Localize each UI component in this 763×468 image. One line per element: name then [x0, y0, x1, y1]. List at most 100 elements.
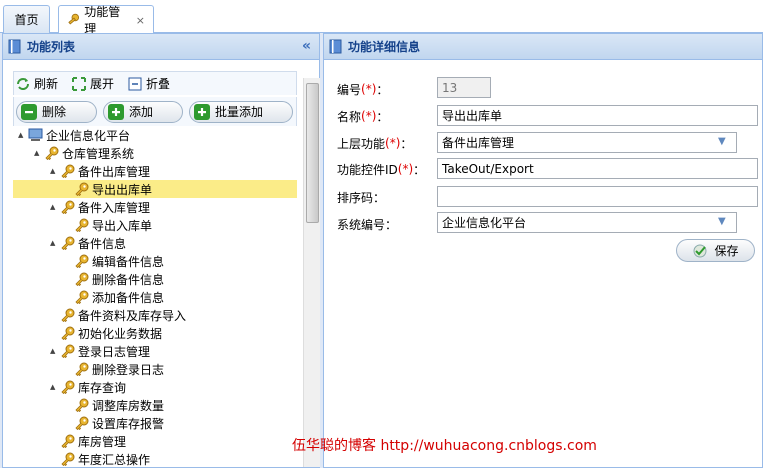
name-label: 名称 (*)： — [337, 106, 388, 126]
label-colon: ： — [376, 82, 389, 97]
key-icon — [61, 344, 75, 358]
refresh-button[interactable]: 刷新 — [16, 75, 58, 92]
system-label: 系统编号： — [337, 214, 397, 234]
tree-node-label: 备件信息 — [78, 236, 127, 251]
parent-label: 上层功能 (*)： — [337, 133, 412, 153]
expand-icon — [72, 76, 87, 91]
tree-node-label: 企业信息化平台 — [46, 128, 131, 143]
expand-toggle-icon[interactable]: ▲ — [50, 347, 59, 355]
expand-toggle-icon[interactable]: ▲ — [34, 149, 43, 157]
tree-node-label: 仓库管理系统 — [62, 146, 135, 161]
tree-node-label: 删除备件信息 — [92, 272, 165, 287]
tree-node-label: 删除登录日志 — [92, 362, 165, 377]
watermark: 伍华聪的博客 http://wuhuacong.cnblogs.com — [292, 438, 597, 454]
key-icon — [61, 236, 75, 250]
chevron-down-icon[interactable]: ▼ — [718, 216, 732, 229]
save-button[interactable]: 保存 — [676, 239, 755, 262]
expand-toggle-icon[interactable]: ▲ — [50, 239, 59, 247]
name-field[interactable]: 导出出库单 — [437, 105, 758, 126]
required-mark: (*) — [361, 82, 377, 96]
tree-node[interactable]: 年度汇总操作 — [50, 450, 150, 466]
tree-node[interactable]: ▲ 备件入库管理 — [50, 198, 150, 216]
check-icon — [693, 244, 707, 257]
collapse-panel-icon[interactable]: « — [302, 38, 311, 54]
tree-node[interactable]: 备件资料及库存导入 — [50, 306, 186, 324]
control-id-field[interactable]: TakeOut/Export — [437, 158, 758, 179]
plus-icon — [108, 103, 124, 120]
sort-field[interactable] — [437, 186, 758, 207]
name-label-text: 名称 — [337, 109, 362, 124]
key-icon — [61, 434, 75, 448]
key-icon — [61, 164, 75, 178]
batch-add-button[interactable]: 批量添加 — [189, 100, 293, 123]
required-mark: (*) — [361, 109, 377, 123]
key-icon — [75, 362, 89, 376]
id-label: 编号 (*)： — [337, 79, 388, 99]
function-list-title: 功能列表 — [27, 40, 76, 54]
tab-function-management[interactable]: 功能管理 × — [58, 5, 154, 36]
key-icon — [61, 308, 75, 322]
tree-node[interactable]: ▲ 库存查询 — [50, 378, 126, 396]
tree-node[interactable]: ▲ 备件出库管理 — [50, 162, 150, 180]
sort-label-text: 排序码 — [337, 190, 374, 205]
collapse-button[interactable]: 折叠 — [128, 75, 170, 92]
action-buttons: 删除 添加 批量添加 — [13, 97, 297, 126]
tab-function-management-label: 功能管理 — [84, 5, 121, 36]
system-select-value: 企业信息化平台 — [442, 216, 527, 230]
function-tree: ▲ 企业信息化平台 ▲ 仓库管理系统 ▲ 备件出库管理 导出出库单 ▲ 备件入库管理 导出入库单 ▲… — [13, 126, 297, 466]
required-mark: (*) — [385, 136, 401, 150]
tree-scrollbar[interactable] — [303, 78, 320, 467]
tree-node[interactable]: 调整库房数量 — [64, 396, 164, 414]
collapse-icon — [128, 77, 142, 90]
key-icon — [75, 416, 89, 430]
expand-button[interactable]: 展开 — [72, 75, 114, 92]
tree-node[interactable]: 添加备件信息 — [64, 288, 164, 306]
system-label-text: 系统编号 — [337, 217, 386, 232]
tree-node[interactable]: 删除登录日志 — [64, 360, 164, 378]
scrollbar-thumb[interactable] — [306, 83, 319, 223]
tree-node-label: 导出出库单 — [92, 182, 153, 197]
required-mark: (*) — [397, 162, 414, 176]
system-select[interactable]: 企业信息化平台 ▼ — [437, 212, 737, 233]
add-button[interactable]: 添加 — [103, 100, 183, 123]
tree-node[interactable]: 编辑备件信息 — [64, 252, 164, 270]
delete-button[interactable]: 删除 — [16, 100, 97, 123]
label-colon: ： — [413, 162, 426, 177]
expand-toggle-icon[interactable]: ▲ — [50, 167, 59, 175]
control-label: 功能控件ID (*)： — [337, 159, 425, 179]
label-colon: ： — [385, 217, 398, 232]
tree-node[interactable]: 导出出库单 — [13, 180, 297, 198]
tab-home[interactable]: 首页 — [3, 5, 50, 33]
tab-strip: 首页 功能管理 × — [0, 0, 763, 36]
expand-toggle-icon[interactable]: ▲ — [18, 131, 27, 139]
tree-node[interactable]: 删除备件信息 — [64, 270, 164, 288]
function-detail-header: 功能详细信息 — [324, 34, 762, 60]
tree-node[interactable]: ▲ 备件信息 — [50, 234, 126, 252]
tree-node[interactable]: 导出入库单 — [64, 216, 152, 234]
tree-node[interactable]: ▲ 登录日志管理 — [50, 342, 150, 360]
refresh-icon — [17, 77, 29, 90]
computer-icon — [28, 128, 43, 141]
tree-node[interactable]: 设置库存报警 — [64, 414, 164, 432]
id-field[interactable]: 13 — [437, 77, 491, 98]
expand-toggle-icon[interactable]: ▲ — [50, 383, 59, 391]
batch-add-label: 批量添加 — [215, 105, 264, 119]
control-label-text: 功能控件ID — [337, 162, 398, 177]
expand-toggle-icon[interactable]: ▲ — [50, 203, 59, 211]
collapse-label: 折叠 — [146, 77, 171, 91]
close-icon[interactable]: × — [136, 14, 145, 27]
parent-select[interactable]: 备件出库管理 ▼ — [437, 132, 737, 153]
parent-select-value: 备件出库管理 — [442, 136, 515, 150]
function-detail-title: 功能详细信息 — [348, 40, 421, 54]
key-icon — [75, 398, 89, 412]
key-icon — [75, 218, 89, 232]
tree-node-label: 备件出库管理 — [78, 164, 151, 179]
tree-node[interactable]: ▲ 仓库管理系统 — [34, 144, 134, 162]
tree-node[interactable]: ▲ 企业信息化平台 — [18, 126, 130, 144]
tree-node[interactable]: 库房管理 — [50, 432, 126, 450]
key-icon — [75, 272, 89, 286]
tree-node[interactable]: 初始化业务数据 — [50, 324, 162, 342]
expand-label: 展开 — [90, 77, 115, 91]
function-list-panel: 功能列表 « 刷新 展开 折叠 删除 添加 批量添加 ▲ 企业信息化平台 ▲ 仓… — [2, 33, 320, 468]
chevron-down-icon[interactable]: ▼ — [718, 136, 732, 149]
